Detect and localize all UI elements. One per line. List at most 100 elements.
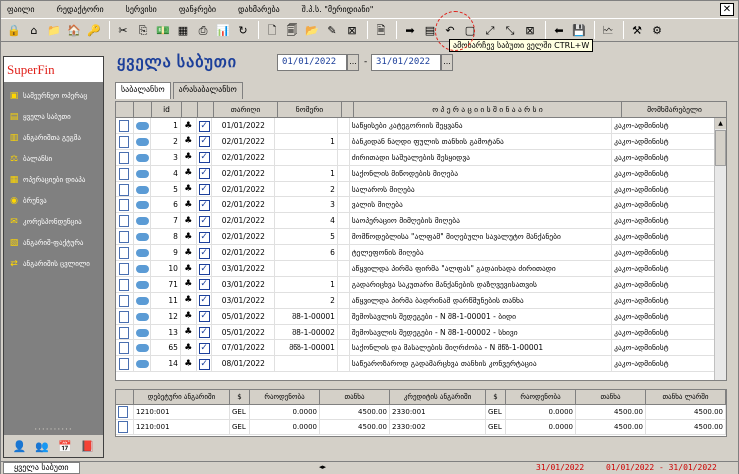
checkbox-icon[interactable]: ✓ bbox=[198, 136, 210, 148]
scroll-up-icon[interactable]: ▲ bbox=[715, 118, 726, 129]
table-row[interactable]: 2 ♣ ✓ 02/01/2022 1 ბანკიდან ნაღდი ფულის თანხი… bbox=[116, 133, 716, 150]
lock-icon[interactable]: 🔒 bbox=[5, 21, 23, 39]
house-icon[interactable]: 🏠 bbox=[65, 21, 83, 39]
edit-doc-icon[interactable]: ✎ bbox=[323, 21, 341, 39]
date-to-button[interactable]: ... bbox=[441, 54, 453, 71]
table-row[interactable]: 4 ♣ ✓ 02/01/2022 1 საქონლის მიწოდების მიღება კ… bbox=[116, 165, 716, 182]
column-header[interactable] bbox=[116, 102, 134, 118]
table-row[interactable]: 10 ♣ ✓ 03/01/2022 აწყვილდა პირმა ფირმა "ალფა… bbox=[116, 261, 716, 277]
checkbox-icon[interactable]: ✓ bbox=[198, 247, 210, 259]
expand-icon[interactable]: ⤢ bbox=[481, 21, 499, 39]
sidebar-item-invoice[interactable]: ▧ ანგარიშ-ფაქტურა bbox=[4, 232, 103, 253]
close-box-icon[interactable]: ⊠ bbox=[521, 21, 539, 39]
checkbox-icon[interactable]: ✓ bbox=[198, 311, 210, 323]
new-doc-icon[interactable]: 🗋 bbox=[263, 21, 281, 39]
table-row[interactable]: 5 ♣ ✓ 02/01/2022 2 სალაროს მიღება კაკო-ადმინის… bbox=[116, 181, 716, 198]
book-icon[interactable]: 📕 bbox=[81, 440, 95, 453]
table-row[interactable]: 3 ♣ ✓ 02/01/2022 ძირითადი საშუალების შესყიდვ… bbox=[116, 149, 716, 166]
collapse-icon[interactable]: ⤡ bbox=[501, 21, 519, 39]
sidebar-item-balance[interactable]: ⚖ ბალანსი bbox=[4, 148, 103, 169]
document-icon[interactable]: 🗎 bbox=[372, 21, 390, 39]
column-header[interactable]: რაოდენობა bbox=[506, 390, 576, 405]
column-header[interactable]: მომხმარებელი bbox=[622, 102, 726, 118]
menu-edit[interactable]: რედაქტორი bbox=[56, 5, 103, 14]
column-header[interactable]: ნომერი bbox=[278, 102, 342, 118]
refresh-icon[interactable]: ↻ bbox=[234, 21, 252, 39]
scroll-thumb[interactable] bbox=[715, 130, 726, 166]
sidebar-item-turnover[interactable]: ◉ ბრუნვა bbox=[4, 190, 103, 211]
table-row[interactable]: 9 ♣ ✓ 02/01/2022 6 ტელეფონის მიღება კაკო-ადმინ… bbox=[116, 245, 716, 262]
checkbox-icon[interactable]: ✓ bbox=[198, 231, 210, 243]
tab-off-balance[interactable]: არასაბალანსო bbox=[172, 82, 243, 99]
sidebar-item-accounts[interactable]: ▥ ანგარიშთა გეგმა bbox=[4, 127, 103, 148]
column-header[interactable]: თანხა bbox=[576, 390, 646, 405]
entry-row[interactable]: 1210:001 GEL 0.0000 4500.00 2330:002 GEL 0.000… bbox=[116, 420, 726, 435]
sidebar-item-all-documents[interactable]: ▤ ყველა საბუთი bbox=[4, 106, 103, 127]
checkbox-icon[interactable]: ✓ bbox=[198, 184, 210, 196]
table-row[interactable]: 12 ♣ ✓ 05/01/2022 შ8-1-00001 შემოსავლის შედეგ… bbox=[116, 308, 716, 325]
menu-help[interactable]: დახმარება bbox=[238, 5, 280, 14]
tab-balance[interactable]: საბალანსო bbox=[115, 82, 171, 99]
chart-icon[interactable]: 📊 bbox=[214, 21, 232, 39]
column-header[interactable]: id bbox=[152, 102, 182, 118]
checkbox-icon[interactable]: ✓ bbox=[198, 120, 210, 132]
window-tab[interactable]: ყველა საბუთი bbox=[3, 462, 80, 474]
tab-nav-arrows[interactable]: ◂▸ bbox=[319, 463, 326, 471]
checkbox-icon[interactable]: ✓ bbox=[198, 279, 210, 291]
entry-row[interactable]: 1210:001 GEL 0.0000 4500.00 2330:001 GEL 0.000… bbox=[116, 405, 726, 420]
key-icon[interactable]: 🔑 bbox=[85, 21, 103, 39]
table-row[interactable]: 71 ♣ ✓ 03/01/2022 1 გადარიცხვა საკუთარი მანქა… bbox=[116, 276, 716, 293]
table-row[interactable]: 11 ♣ ✓ 03/01/2022 2 აწყვილდა პირმა ბადრინამ დ… bbox=[116, 292, 716, 309]
sidebar-item-account-change[interactable]: ⇄ ანგარიშის ცვლილი bbox=[4, 253, 103, 274]
home-icon[interactable]: ⌂ bbox=[25, 21, 43, 39]
column-header[interactable] bbox=[134, 102, 152, 118]
sidebar-item-operations-range[interactable]: ▦ ოპერაციები დიაპა bbox=[4, 169, 103, 190]
report-icon[interactable]: 🗠 bbox=[599, 21, 617, 39]
group-icon[interactable]: 👥 bbox=[35, 440, 49, 453]
cut-icon[interactable]: ✂ bbox=[114, 21, 132, 39]
table-row[interactable]: 13 ♣ ✓ 05/01/2022 შ8-1-00002 შემოსავლის შედეგ… bbox=[116, 324, 716, 341]
money-icon[interactable]: 💵 bbox=[154, 21, 172, 39]
table-row[interactable]: 7 ♣ ✓ 02/01/2022 4 საოპერაციო მიმღების მიღება… bbox=[116, 213, 716, 230]
checkbox-icon[interactable]: ✓ bbox=[198, 168, 210, 180]
user-icon[interactable]: 👤 bbox=[13, 440, 27, 453]
copy-doc-icon[interactable]: 🗐 bbox=[283, 21, 301, 39]
column-header[interactable]: $ bbox=[230, 390, 250, 405]
date-from-field[interactable]: 01/01/2022 bbox=[277, 54, 347, 71]
column-header[interactable]: რაოდენობა bbox=[250, 390, 320, 405]
column-header[interactable]: $ bbox=[486, 390, 506, 405]
checkbox-icon[interactable]: ✓ bbox=[198, 199, 210, 211]
settings-icon[interactable]: ⚙ bbox=[648, 21, 666, 39]
folder-icon[interactable]: 📁 bbox=[45, 21, 63, 39]
column-header[interactable]: კრედიტის ანგარიში bbox=[390, 390, 486, 405]
checkbox-icon[interactable]: ✓ bbox=[198, 327, 210, 339]
menu-windows[interactable]: ფანჯრები bbox=[179, 5, 216, 14]
column-header[interactable] bbox=[116, 390, 134, 405]
delete-doc-icon[interactable]: ⊠ bbox=[343, 21, 361, 39]
column-header[interactable] bbox=[198, 102, 214, 118]
sidebar-splitter[interactable]: ·········· bbox=[4, 425, 103, 435]
table-row[interactable]: 14 ♣ ✓ 08/01/2022 საწეაროზაროდ გადამარცხვა თ… bbox=[116, 356, 716, 373]
checkbox-icon[interactable]: ✓ bbox=[198, 342, 210, 354]
grid-scrollbar[interactable]: ▲ bbox=[714, 118, 726, 380]
tools-icon[interactable]: ⚒ bbox=[628, 21, 646, 39]
table-row[interactable]: 65 ♣ ✓ 07/01/2022 მწზ-1-00001 საქონლის და მას… bbox=[116, 340, 716, 357]
date-to-field[interactable]: 31/01/2022 bbox=[371, 54, 441, 71]
column-header[interactable]: თანხა bbox=[320, 390, 390, 405]
column-header[interactable]: ო პ ე რ ა ც ი ი ს შ ი ნ ა ა რ ს ი bbox=[354, 102, 622, 118]
checkbox-icon[interactable]: ✓ bbox=[198, 215, 210, 227]
table-row[interactable]: 8 ♣ ✓ 02/01/2022 5 მომწოდებლისა "ალფამ" მიღებ… bbox=[116, 229, 716, 246]
checkbox-icon[interactable]: ✓ bbox=[198, 152, 210, 164]
checkbox-icon[interactable]: ✓ bbox=[198, 295, 210, 307]
back-icon[interactable]: ⬅ bbox=[550, 21, 568, 39]
date-from-button[interactable]: ... bbox=[347, 54, 359, 71]
menu-file[interactable]: ფაილი bbox=[7, 5, 34, 14]
sidebar-item-operations[interactable]: ▣ სამეურნეო ოპერაც bbox=[4, 85, 103, 106]
column-header[interactable]: თარიღი bbox=[214, 102, 278, 118]
print-icon[interactable]: ⎙ bbox=[194, 21, 212, 39]
copy-icon[interactable]: ⎘ bbox=[134, 21, 152, 39]
table-row[interactable]: 6 ♣ ✓ 02/01/2022 3 ვალის მიღება კაკო-ადმინისტ bbox=[116, 197, 716, 214]
calendar-icon[interactable]: 📅 bbox=[58, 440, 72, 453]
column-header[interactable]: თანხა ლარში bbox=[646, 390, 726, 405]
save-icon[interactable]: 💾 bbox=[570, 21, 588, 39]
